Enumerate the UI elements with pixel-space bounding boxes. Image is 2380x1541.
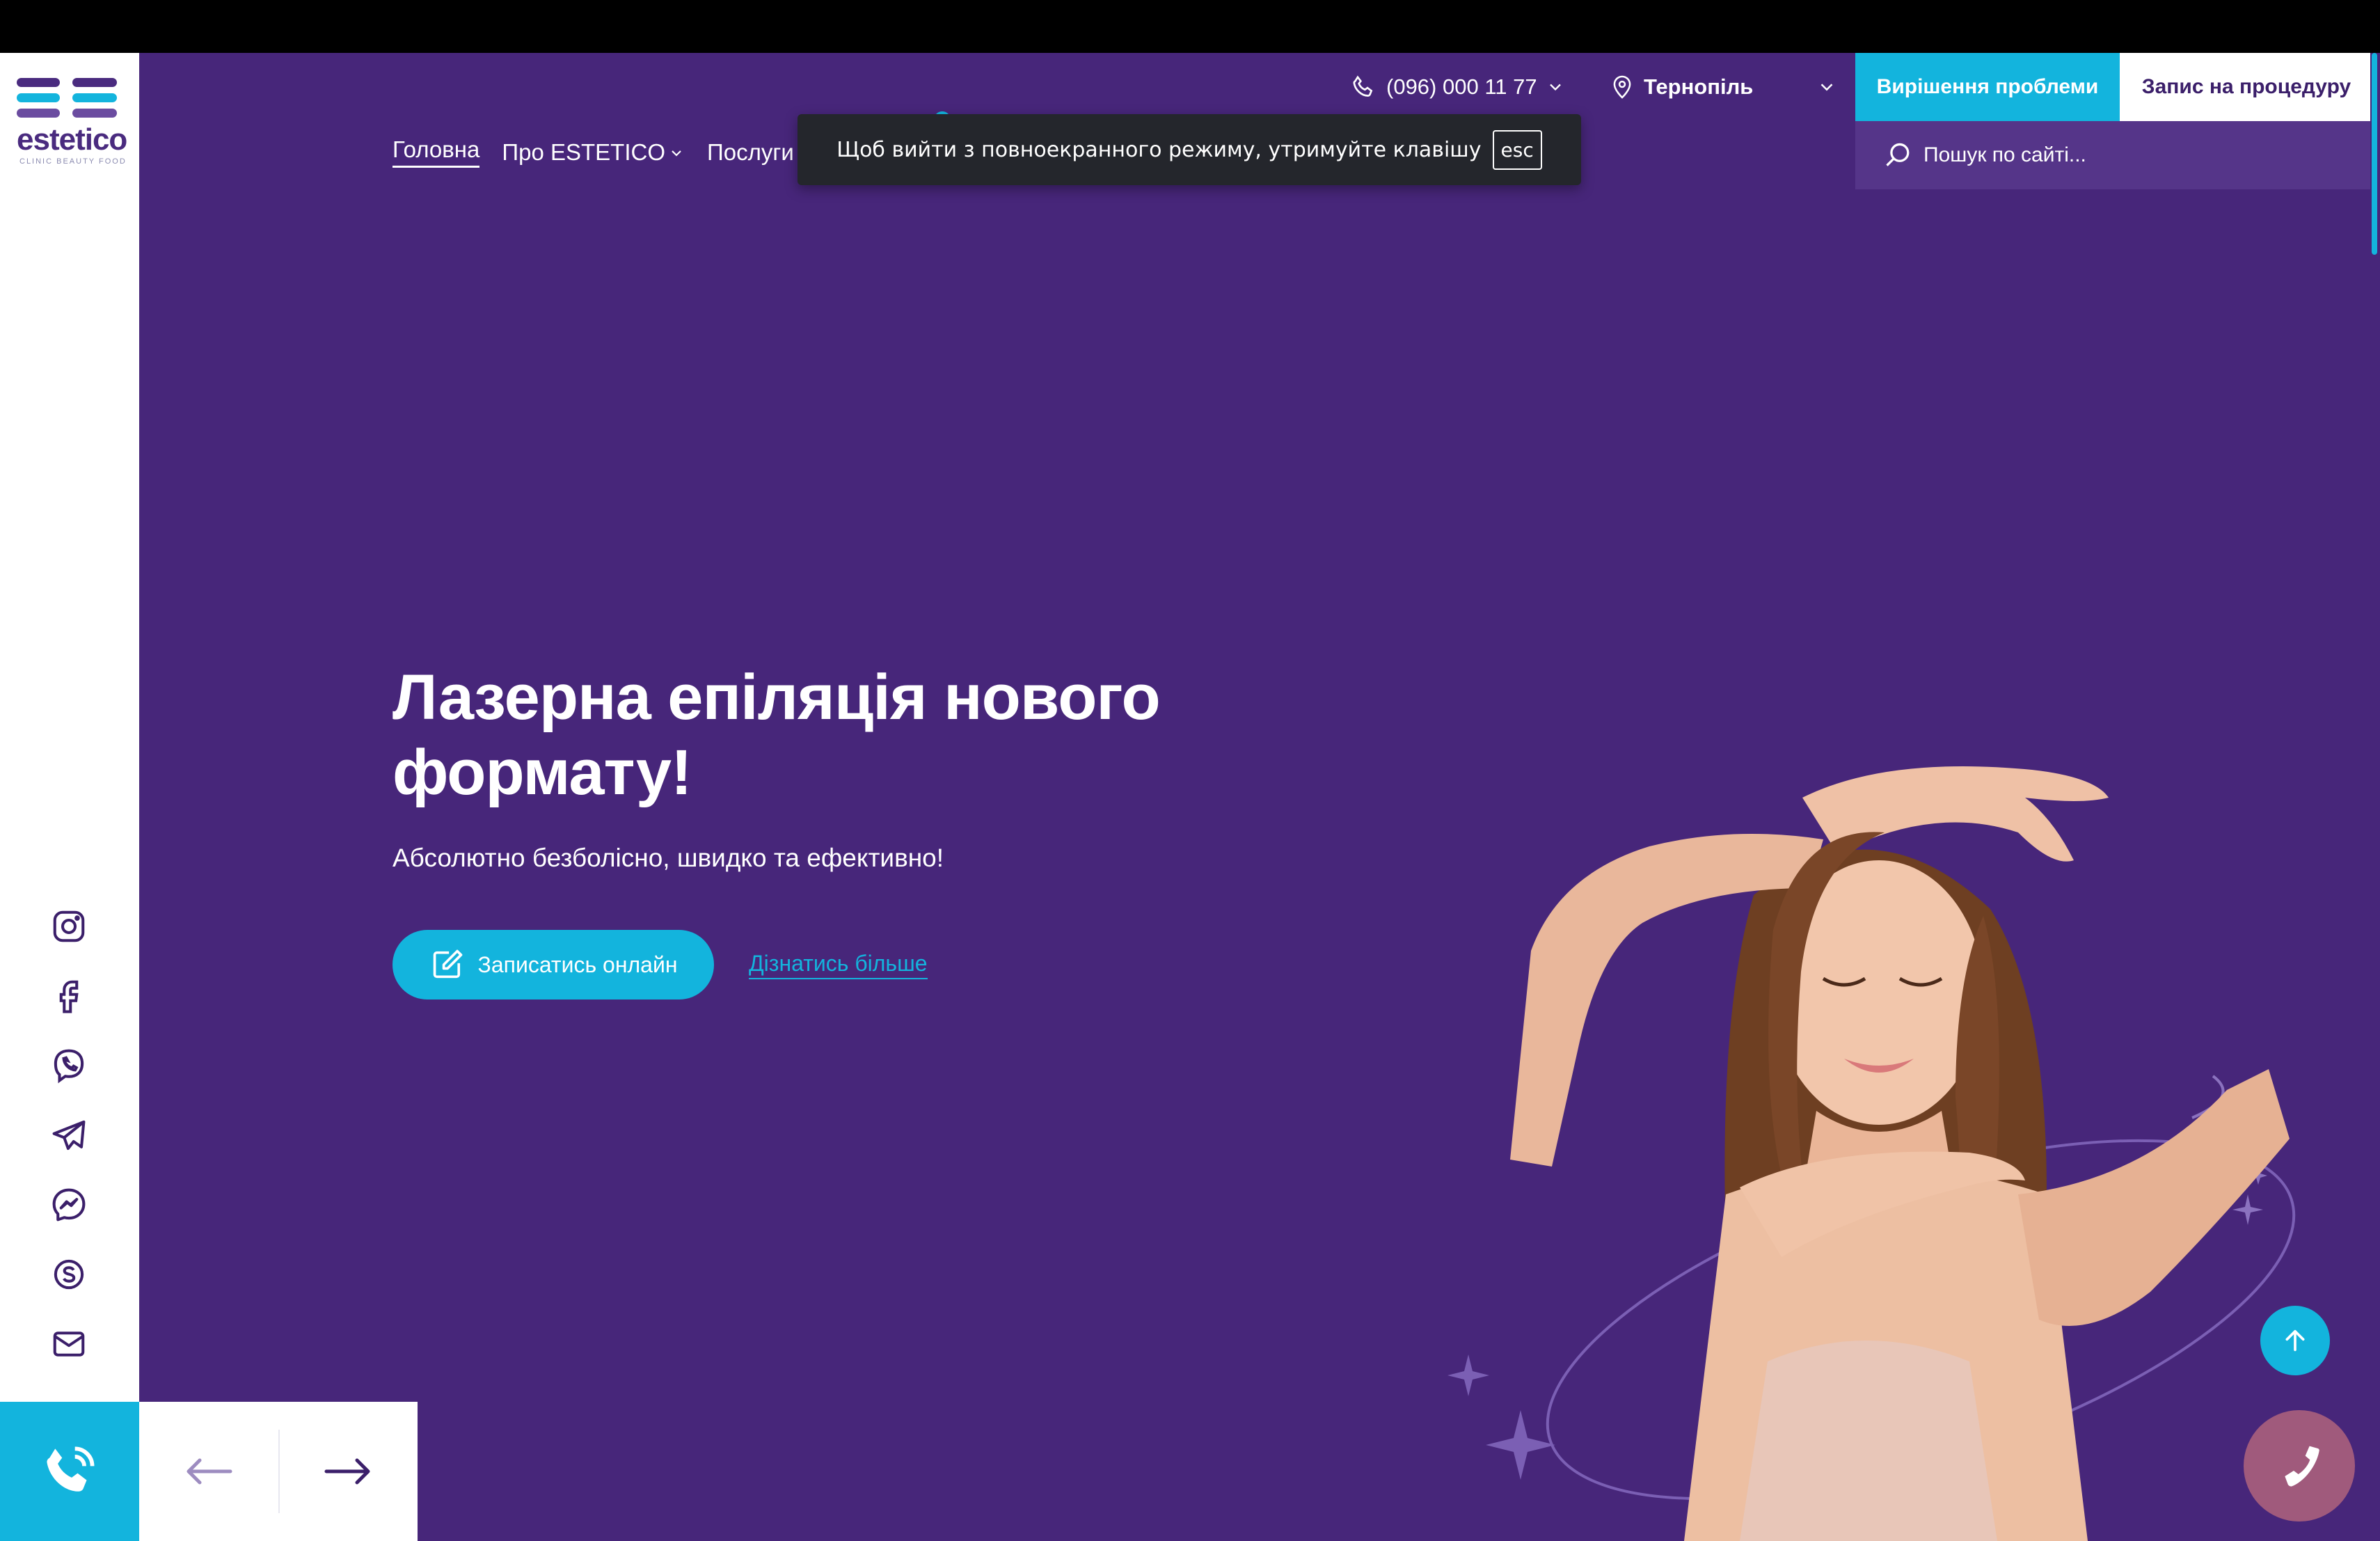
viber-icon[interactable] xyxy=(43,1040,95,1091)
book-online-button[interactable]: Записатись онлайн xyxy=(392,930,714,999)
email-icon[interactable] xyxy=(43,1318,95,1370)
search-input[interactable]: Пошук по сайті... xyxy=(1855,121,2373,189)
logo-bar xyxy=(17,109,60,118)
logo-bar xyxy=(72,93,117,102)
sparkle-icon xyxy=(1447,1354,1489,1396)
nav-item-about[interactable]: Про ESTETICO xyxy=(502,139,685,166)
arrow-up-icon xyxy=(2285,1329,2305,1352)
phone-icon xyxy=(1353,75,1373,97)
hero-photo xyxy=(1447,766,2296,1541)
arrow-left-icon xyxy=(187,1458,232,1485)
esc-key: esc xyxy=(1492,129,1542,170)
location-pin-icon xyxy=(1613,75,1631,99)
telegram-icon[interactable] xyxy=(43,1109,95,1161)
sparkle-icon xyxy=(1486,1410,1555,1480)
call-button[interactable] xyxy=(0,1402,139,1541)
hero-title: Лазерна епіляція нового формату! xyxy=(392,662,1161,808)
chevron-down-icon xyxy=(672,150,681,157)
chevron-down-icon[interactable] xyxy=(1816,77,1837,97)
toast-message: Щоб вийти з повноекранного режиму, утрим… xyxy=(836,137,1482,162)
phone-dropdown[interactable]: (096) 000 11 77 xyxy=(1350,71,1565,103)
left-sidebar: estetico CLINIC BEAUTY FOOD xyxy=(0,53,139,1541)
logo-bar xyxy=(17,93,60,102)
nav-item-label: Про ESTETICO xyxy=(502,139,665,165)
logo-wordmark: estetico xyxy=(17,123,127,157)
arm xyxy=(2018,1069,2290,1326)
nav-item-home[interactable]: Головна xyxy=(392,136,480,168)
hero-subtitle: Абсолютно безболісно, швидко та ефективн… xyxy=(392,844,944,872)
scroll-to-top-button[interactable] xyxy=(2260,1306,2330,1375)
solve-problem-button[interactable]: Вирішення проблеми xyxy=(1855,53,2120,121)
chevron-down-icon xyxy=(1549,84,1561,91)
book-procedure-button[interactable]: Запис на процедуру xyxy=(2120,53,2373,121)
edit-icon xyxy=(433,949,462,979)
slider-controls xyxy=(139,1402,418,1541)
lace-top xyxy=(1740,1341,1997,1541)
cta-label: Записатись онлайн xyxy=(477,951,678,977)
logo-bar xyxy=(72,109,117,118)
page: estetico CLINIC BEAUTY FOOD (096) 000 11… xyxy=(0,53,2380,1541)
fullscreen-toast: Щоб вийти з повноекранного режиму, утрим… xyxy=(798,114,1581,185)
city-name: Тернопіль xyxy=(1644,74,1754,99)
facebook-icon[interactable] xyxy=(43,970,95,1022)
skype-icon[interactable] xyxy=(43,1249,95,1300)
city-selector[interactable]: Тернопіль xyxy=(1609,71,1753,103)
scrollbar-thumb[interactable] xyxy=(2372,53,2377,255)
nav-item-label: Головна xyxy=(392,136,480,162)
floating-call-button[interactable] xyxy=(2244,1410,2355,1522)
main-nav: Головна Про ESTETICO Послуги xyxy=(392,136,814,168)
logo-bar xyxy=(17,78,60,87)
search-icon xyxy=(1886,143,1910,166)
learn-more-link[interactable]: Дізнатись більше xyxy=(749,951,928,979)
prev-slide-button[interactable] xyxy=(139,1402,278,1541)
browser-top-bar xyxy=(0,0,2380,53)
phone-icon xyxy=(2285,1446,2319,1487)
nav-item-label: Послуги xyxy=(707,139,794,165)
logo-bar xyxy=(72,78,117,87)
search-placeholder: Пошук по сайті... xyxy=(1923,143,2086,166)
arrow-right-icon xyxy=(324,1458,370,1485)
phone-number: (096) 000 11 77 xyxy=(1386,74,1537,99)
next-slide-button[interactable] xyxy=(278,1402,418,1541)
logo-tagline: CLINIC BEAUTY FOOD xyxy=(19,157,127,166)
messenger-icon[interactable] xyxy=(43,1179,95,1231)
instagram-icon[interactable] xyxy=(43,901,95,952)
phone-icon xyxy=(47,1446,95,1492)
